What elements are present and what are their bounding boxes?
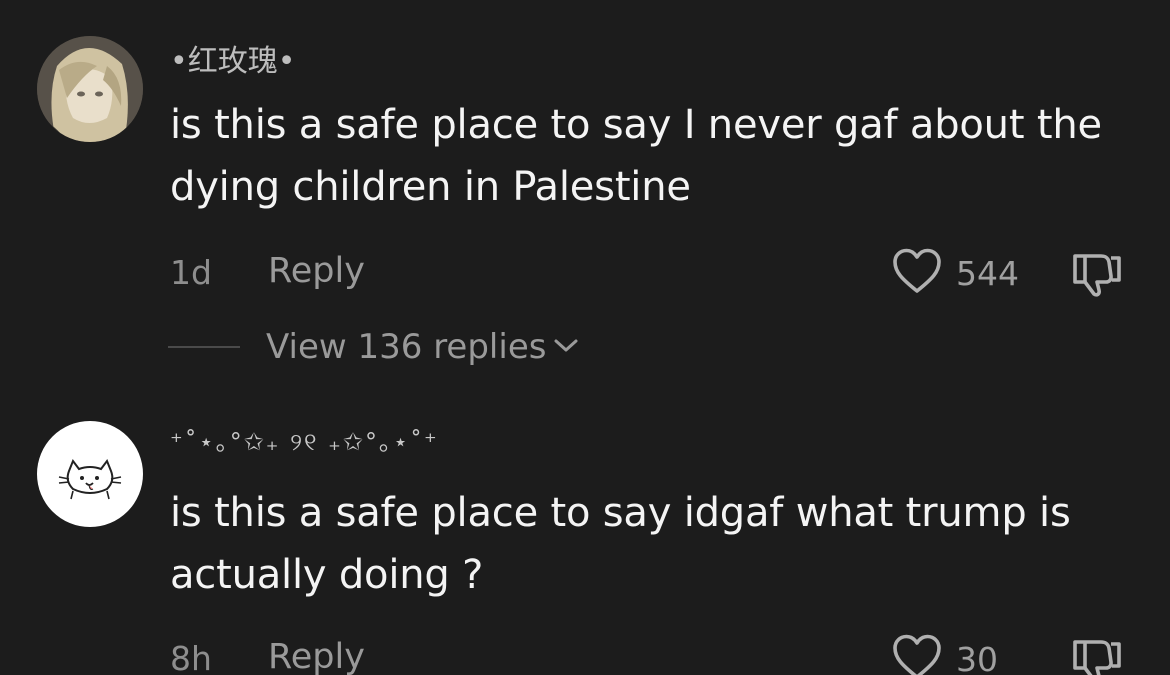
view-replies-button[interactable]: View 136 replies: [168, 330, 580, 364]
heart-outline-icon: [892, 634, 942, 675]
like-button[interactable]: 30: [892, 634, 998, 675]
chevron-down-icon: [552, 335, 580, 359]
username[interactable]: •红玫瑰•: [170, 47, 295, 77]
dislike-button[interactable]: [1071, 636, 1123, 675]
thumbs-down-icon: [1071, 640, 1123, 675]
replies-divider: [168, 346, 240, 348]
like-count: 30: [956, 639, 998, 675]
anime-girl-avatar-icon: [37, 36, 143, 142]
timestamp: 1d: [170, 253, 212, 292]
cat-doodle-avatar-icon: [37, 421, 143, 527]
reply-button[interactable]: Reply: [268, 254, 365, 289]
username[interactable]: ⁺˚⋆｡°✩₊ ୨୧ ₊✩°｡⋆˚⁺: [170, 430, 439, 454]
like-count: 544: [956, 253, 1019, 293]
reply-button[interactable]: Reply: [268, 640, 365, 675]
avatar[interactable]: [37, 36, 143, 142]
comment-text: is this a safe place to say idgaf what t…: [170, 490, 1071, 598]
comment-text: is this a safe place to say I never gaf …: [170, 102, 1102, 210]
dislike-button[interactable]: [1071, 250, 1123, 302]
comment-1: •红玫瑰• is this a safe place to say I neve…: [0, 0, 1170, 400]
thumbs-down-icon: [1071, 254, 1123, 302]
timestamp: 8h: [170, 639, 212, 675]
like-button[interactable]: 544: [892, 248, 1019, 298]
comment-2: ⁺˚⋆｡°✩₊ ୨୧ ₊✩°｡⋆˚⁺ is this a safe place …: [0, 400, 1170, 675]
view-replies-label: View 136 replies: [266, 327, 547, 367]
avatar[interactable]: [37, 421, 143, 527]
heart-outline-icon: [892, 248, 942, 298]
